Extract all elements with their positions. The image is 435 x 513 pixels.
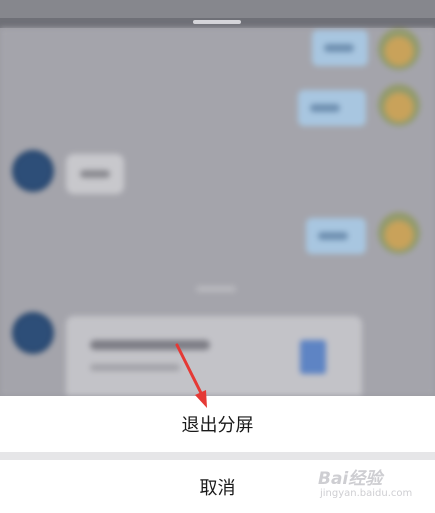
exit-split-screen-button[interactable]: 退出分屏 — [0, 396, 435, 452]
my-avatar — [378, 28, 420, 70]
top-bar-edge — [0, 0, 435, 18]
message-text-placeholder — [310, 104, 340, 112]
document-icon — [300, 340, 326, 374]
outgoing-message-bubble — [298, 90, 366, 126]
blurred-chat-background — [0, 28, 435, 396]
file-name-placeholder — [90, 340, 210, 350]
outgoing-message-bubble — [306, 218, 366, 254]
message-text-placeholder — [80, 170, 110, 178]
message-timestamp-placeholder — [196, 286, 236, 292]
split-screen-drag-handle[interactable] — [193, 20, 241, 24]
message-text-placeholder — [318, 232, 348, 240]
file-size-placeholder — [90, 364, 180, 371]
contact-avatar — [12, 150, 54, 192]
my-avatar — [378, 84, 420, 126]
sheet-divider — [0, 452, 435, 460]
split-screen-top-bar — [0, 0, 435, 28]
message-text-placeholder — [324, 44, 354, 52]
watermark-url: jingyan.baidu.com — [320, 488, 413, 499]
baidu-jingyan-watermark: Bai经验 jingyan.baidu.com — [318, 460, 428, 506]
contact-avatar — [12, 312, 54, 354]
file-message-card — [66, 316, 362, 396]
watermark-brand: Bai经验 — [318, 469, 383, 489]
my-avatar — [378, 212, 420, 254]
outgoing-message-bubble — [312, 30, 368, 66]
incoming-message-bubble — [66, 154, 124, 194]
